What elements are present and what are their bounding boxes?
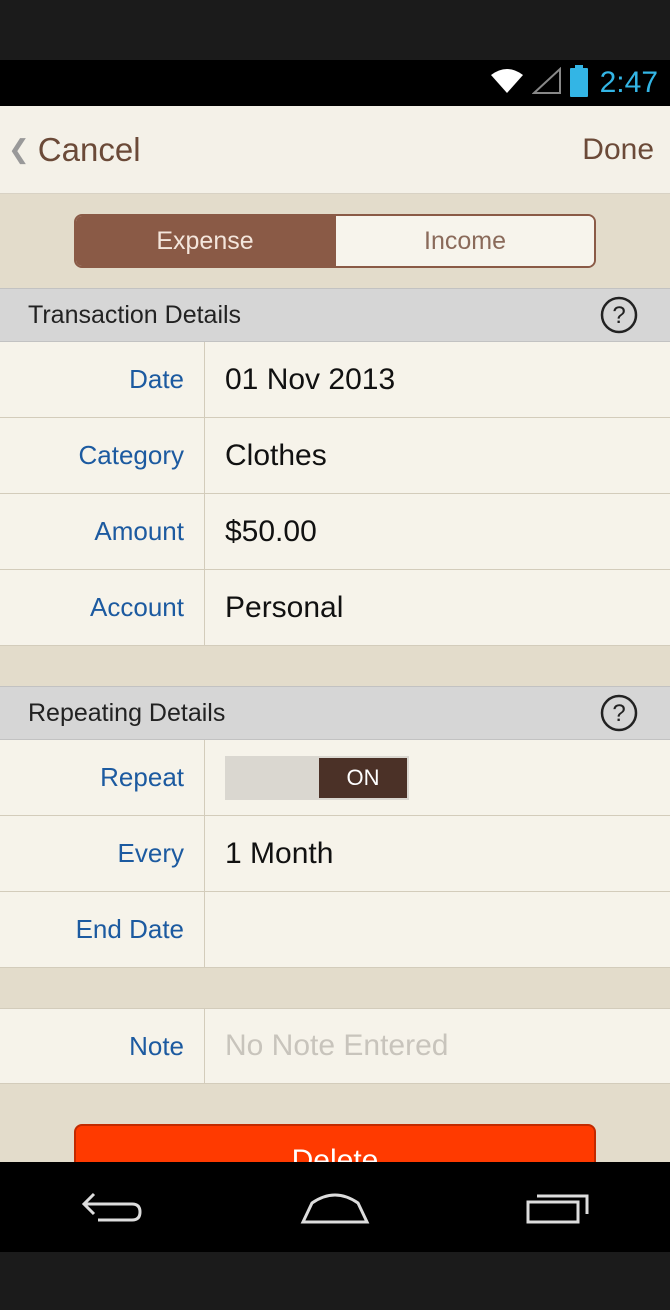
section-title: Repeating Details (28, 698, 226, 727)
category-value: Clothes (225, 438, 327, 472)
bottom-system-area (0, 1252, 670, 1310)
status-bar: 2:47 (0, 60, 670, 106)
back-icon[interactable] (67, 1177, 157, 1237)
repeat-row: Repeat ON (0, 740, 670, 816)
svg-text:?: ? (612, 700, 625, 727)
every-label: Every (0, 816, 205, 891)
note-row[interactable]: Note No Note Entered (0, 1008, 670, 1084)
home-icon[interactable] (290, 1177, 380, 1237)
amount-row[interactable]: Amount $50.00 (0, 494, 670, 570)
wifi-icon (490, 67, 524, 100)
segment-expense[interactable]: Expense (76, 216, 334, 266)
repeat-toggle[interactable]: ON (225, 755, 409, 800)
signal-icon (531, 66, 562, 100)
toggle-on-label: ON (319, 757, 407, 798)
top-system-area (0, 0, 670, 60)
note-label: Note (0, 1009, 205, 1083)
recent-apps-icon[interactable] (513, 1177, 603, 1237)
end-date-label: End Date (0, 892, 205, 967)
cancel-button[interactable]: ❮ Cancel (8, 131, 141, 169)
chevron-left-icon: ❮ (8, 134, 30, 164)
category-row[interactable]: Category Clothes (0, 418, 670, 494)
help-icon[interactable]: ? (600, 296, 638, 334)
repeating-details-header: Repeating Details ? (0, 686, 670, 740)
delete-button[interactable]: Delete (74, 1124, 596, 1162)
amount-label: Amount (0, 494, 205, 569)
end-date-row[interactable]: End Date (0, 892, 670, 968)
date-value: 01 Nov 2013 (225, 362, 396, 396)
cancel-label: Cancel (37, 130, 141, 168)
system-nav-bar (0, 1162, 670, 1252)
end-date-value (205, 892, 670, 967)
transaction-details-header: Transaction Details ? (0, 288, 670, 342)
account-label: Account (0, 570, 205, 645)
repeat-label: Repeat (0, 740, 205, 815)
nav-bar: ❮ Cancel Done (0, 106, 670, 194)
category-label: Category (0, 418, 205, 493)
type-segmented-control: Expense Income (74, 214, 596, 268)
segment-income[interactable]: Income (334, 216, 594, 266)
date-label: Date (0, 342, 205, 417)
account-row[interactable]: Account Personal (0, 570, 670, 646)
section-title: Transaction Details (28, 300, 242, 329)
amount-value: $50.00 (225, 514, 317, 548)
account-value: Personal (225, 590, 344, 624)
repeat-value: ON (205, 740, 670, 815)
done-button[interactable]: Done (582, 133, 654, 167)
note-placeholder: No Note Entered (225, 1029, 449, 1062)
svg-text:?: ? (612, 302, 625, 329)
battery-icon (569, 64, 588, 102)
form-container: Expense Income Transaction Details ? Dat… (0, 194, 670, 1162)
date-row[interactable]: Date 01 Nov 2013 (0, 342, 670, 418)
help-icon[interactable]: ? (600, 694, 638, 732)
every-value: 1 Month (225, 836, 334, 870)
every-row[interactable]: Every 1 Month (0, 816, 670, 892)
status-time: 2:47 (599, 66, 658, 99)
